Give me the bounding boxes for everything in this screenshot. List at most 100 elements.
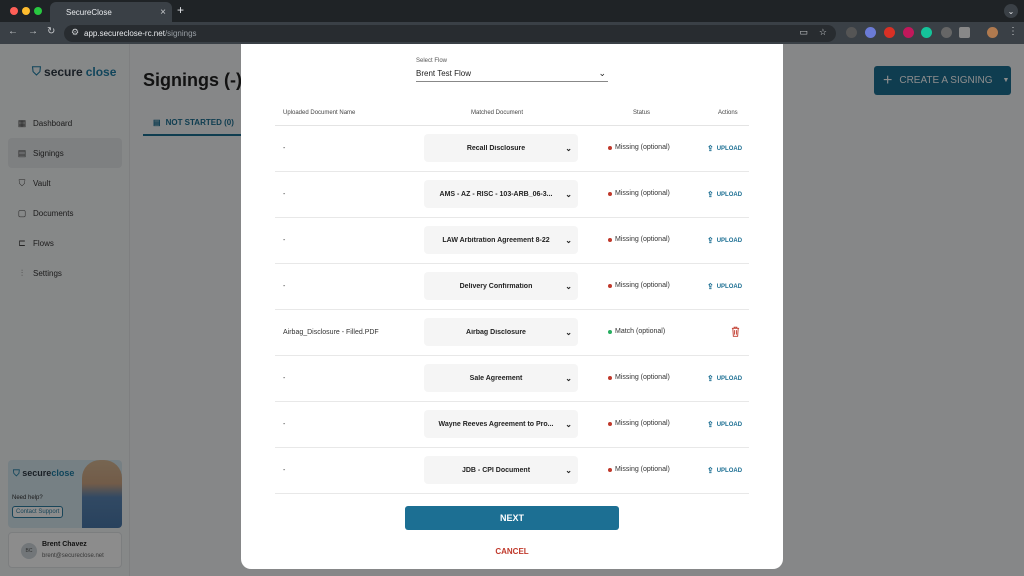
extension-icon[interactable] <box>846 27 857 38</box>
table-row: Airbag_Disclosure - Filled.PDF Airbag Di… <box>275 310 749 356</box>
table-row: - LAW Arbitration Agreement 8-22 ⌄ Missin… <box>275 218 749 264</box>
next-button[interactable]: NEXT <box>405 506 619 530</box>
browser-tab-title: SecureClose <box>66 7 112 17</box>
table-row: - Delivery Confirmation ⌄ Missing (option… <box>275 264 749 310</box>
site-info-icon[interactable]: ⚙ <box>71 27 79 38</box>
extension-icon[interactable] <box>884 27 895 38</box>
chevron-down-icon: ⌄ <box>565 465 572 475</box>
tab-search-icon[interactable]: ⌄ <box>1004 4 1018 18</box>
upload-icon: ⇪ <box>707 282 714 291</box>
table-row: - JDB - CPI Document ⌄ Missing (optional)… <box>275 448 749 494</box>
upload-icon: ⇪ <box>707 144 714 153</box>
status-dot-icon <box>608 329 612 334</box>
status-dot-icon <box>608 191 612 196</box>
upload-button[interactable]: ⇪ UPLOAD <box>707 190 742 199</box>
trash-icon[interactable] <box>731 326 740 337</box>
table-row: - Recall Disclosure ⌄ Missing (optional) … <box>275 126 749 172</box>
chevron-down-icon: ⌄ <box>565 235 572 245</box>
uploaded-document-name: - <box>283 375 286 382</box>
matched-document-select[interactable]: Recall Disclosure ⌄ <box>424 134 578 162</box>
back-icon[interactable]: ← <box>8 26 18 37</box>
extension-icon[interactable] <box>903 27 914 38</box>
browser-toolbar: ← → ↻ ⚙ app.secureclose-rc.net/signings … <box>0 22 1024 44</box>
new-tab-button[interactable]: + <box>177 3 184 17</box>
upload-icon: ⇪ <box>707 190 714 199</box>
chevron-down-icon: ⌄ <box>565 281 572 291</box>
chevron-down-icon: ⌄ <box>565 189 572 199</box>
column-header-uploaded: Uploaded Document Name <box>283 110 356 116</box>
uploaded-document-name: Airbag_Disclosure - Filled.PDF <box>283 329 379 336</box>
flow-select[interactable]: Brent Test Flow ⌄ <box>416 66 608 82</box>
upload-button[interactable]: ⇪ UPLOAD <box>707 420 742 429</box>
upload-button[interactable]: ⇪ UPLOAD <box>707 466 742 475</box>
status-badge: Missing (optional) <box>608 282 670 289</box>
table-row: - Wayne Reeves Agreement to Pro... ⌄ Miss… <box>275 402 749 448</box>
flow-select-value: Brent Test Flow <box>416 69 471 78</box>
uploaded-document-name: - <box>283 421 286 428</box>
chevron-down-icon: ⌄ <box>565 143 572 153</box>
chevron-down-icon: ⌄ <box>565 419 572 429</box>
column-header-status: Status <box>633 110 651 116</box>
cast-icon[interactable]: ▭ <box>799 27 808 38</box>
flow-select-label: Select Flow <box>416 58 448 64</box>
status-dot-icon <box>608 375 612 380</box>
status-dot-icon <box>608 421 612 426</box>
grammarly-icon[interactable] <box>921 27 932 38</box>
forward-icon[interactable]: → <box>28 26 38 37</box>
matched-document-select[interactable]: Sale Agreement ⌄ <box>424 364 578 392</box>
upload-button[interactable]: ⇪ UPLOAD <box>707 236 742 245</box>
status-badge: Missing (optional) <box>608 190 670 197</box>
upload-icon: ⇪ <box>707 420 714 429</box>
status-badge: Missing (optional) <box>608 374 670 381</box>
table-header: Uploaded Document Name Matched Document … <box>275 102 749 126</box>
matched-document-select[interactable]: Airbag Disclosure ⌄ <box>424 318 578 346</box>
column-header-actions: Actions <box>718 110 738 116</box>
extension-icon[interactable] <box>865 27 876 38</box>
document-table: - Recall Disclosure ⌄ Missing (optional) … <box>275 126 749 494</box>
browser-menu-icon[interactable]: ⋮ <box>1008 26 1018 37</box>
window-close-button[interactable] <box>10 7 18 15</box>
matched-document-select[interactable]: Delivery Confirmation ⌄ <box>424 272 578 300</box>
status-badge: Missing (optional) <box>608 236 670 243</box>
chevron-down-icon: ⌄ <box>565 373 572 383</box>
bookmark-star-icon[interactable]: ☆ <box>819 27 827 38</box>
window-minimize-button[interactable] <box>22 7 30 15</box>
status-dot-icon <box>608 237 612 242</box>
uploaded-document-name: - <box>283 283 286 290</box>
matched-document-select[interactable]: AMS - AZ - RISC - 103-ARB_06-3... ⌄ <box>424 180 578 208</box>
url-host: app.secureclose-rc.net <box>84 29 165 38</box>
profile-avatar[interactable] <box>987 27 998 38</box>
uploaded-document-name: - <box>283 467 286 474</box>
browser-tab-bar: SecureClose × + ⌄ <box>0 0 1024 22</box>
matched-document-select[interactable]: JDB - CPI Document ⌄ <box>424 456 578 484</box>
chevron-down-icon: ⌄ <box>565 327 572 337</box>
status-badge: Missing (optional) <box>608 466 670 473</box>
address-bar[interactable]: ⚙ app.secureclose-rc.net/signings ▭ ☆ <box>64 25 836 42</box>
reload-icon[interactable]: ↻ <box>47 26 55 37</box>
browser-tab[interactable]: SecureClose × <box>50 2 172 22</box>
status-badge: Missing (optional) <box>608 144 670 151</box>
table-row: - AMS - AZ - RISC - 103-ARB_06-3... ⌄ Mis… <box>275 172 749 218</box>
uploaded-document-name: - <box>283 237 286 244</box>
uploaded-document-name: - <box>283 145 286 152</box>
uploaded-document-name: - <box>283 191 286 198</box>
status-badge: Missing (optional) <box>608 420 670 427</box>
window-maximize-button[interactable] <box>34 7 42 15</box>
status-dot-icon <box>608 283 612 288</box>
extension-icon[interactable] <box>941 27 952 38</box>
chevron-down-icon: ⌄ <box>598 68 606 78</box>
tab-close-icon[interactable]: × <box>154 7 172 18</box>
matched-document-select[interactable]: LAW Arbitration Agreement 8-22 ⌄ <box>424 226 578 254</box>
upload-icon: ⇪ <box>707 236 714 245</box>
document-matching-modal: Select Flow Brent Test Flow ⌄ Uploaded D… <box>241 44 783 569</box>
cancel-button[interactable]: CANCEL <box>405 542 619 560</box>
upload-button[interactable]: ⇪ UPLOAD <box>707 144 742 153</box>
extensions-puzzle-icon[interactable] <box>959 27 970 38</box>
app-page: ⛉ secure close ▦ Dashboard ▤ Signings ⛉ V… <box>0 44 1024 576</box>
upload-button[interactable]: ⇪ UPLOAD <box>707 282 742 291</box>
status-badge: Match (optional) <box>608 328 665 335</box>
upload-icon: ⇪ <box>707 466 714 475</box>
status-dot-icon <box>608 145 612 150</box>
upload-button[interactable]: ⇪ UPLOAD <box>707 374 742 383</box>
matched-document-select[interactable]: Wayne Reeves Agreement to Pro... ⌄ <box>424 410 578 438</box>
